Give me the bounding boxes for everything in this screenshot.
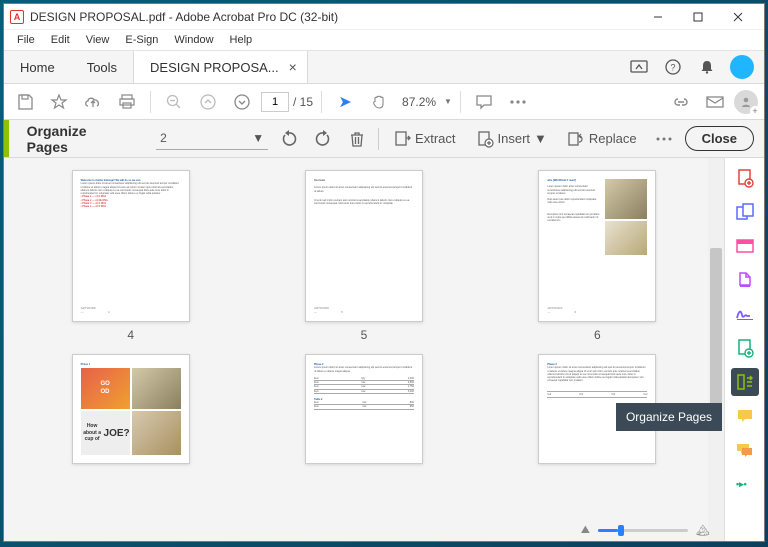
account-avatar[interactable] [730,55,754,79]
svg-text:?: ? [670,63,675,73]
replace-button[interactable]: Replace [561,125,643,153]
help-icon[interactable]: ? [656,51,690,83]
tab-document[interactable]: DESIGN PROPOSA... × [133,51,308,83]
save-icon[interactable] [10,87,40,117]
extract-label: Extract [415,131,455,146]
star-icon[interactable] [44,87,74,117]
tab-tools[interactable]: Tools [71,51,133,83]
comment-icon[interactable] [469,87,499,117]
zoom-level-label[interactable]: 87.2% [398,95,440,109]
main-toolbar: / 15 ➤ 87.2% ▼ [4,84,764,120]
menu-view[interactable]: View [79,32,117,48]
zoom-small-icon: ⛰ [581,524,590,537]
tooltip: Organize Pages [616,403,722,431]
insert-label: Insert [498,131,531,146]
rotate-left-icon[interactable] [276,125,302,153]
create-pdf-icon[interactable] [731,164,759,192]
organize-more-icon[interactable] [651,125,677,153]
title-bar: A DESIGN PROPOSAL.pdf - Adobe Acrobat Pr… [4,4,764,30]
page-number-label: 5 [361,328,368,342]
share-profile-icon[interactable] [734,90,758,114]
extract-button[interactable]: Extract [387,125,461,153]
menu-edit[interactable]: Edit [44,32,77,48]
thumbnails-area[interactable]: Welcome to Adobe Indesign! We will do so… [4,158,724,541]
delete-icon[interactable] [344,125,370,153]
insert-button[interactable]: Insert ▼ [470,125,553,153]
app-icon: A [10,10,24,24]
page-number-input[interactable] [261,92,289,112]
extract-icon [393,130,411,148]
svg-text:•▸•: •▸• [736,479,747,489]
menu-help[interactable]: Help [223,32,260,48]
page-number-label: 6 [594,328,601,342]
screen-share-icon[interactable] [622,51,656,83]
main-area: Welcome to Adobe Indesign! We will do so… [4,158,764,541]
request-signatures-icon[interactable] [731,334,759,362]
replace-label: Replace [589,131,637,146]
page-thumbnail-5[interactable]: Overview Lorem ipsum dolor sit amet cons… [305,170,423,342]
page-thumbnail-8[interactable]: Phase 2 Lorem ipsum dolor sit amet conse… [305,354,423,464]
page-number-label: 4 [127,328,134,342]
zoom-track[interactable] [598,529,688,532]
scrollbar-thumb[interactable] [710,248,722,418]
more-tools-icon[interactable] [503,87,533,117]
vertical-scrollbar[interactable] [708,158,724,541]
organize-title: Organize Pages [27,123,125,155]
rotate-right-icon[interactable] [310,125,336,153]
tab-home[interactable]: Home [4,51,71,83]
sign-icon[interactable] [731,300,759,328]
page-total-label: / 15 [293,95,313,109]
organize-pages-icon[interactable] [731,368,759,396]
menu-bar: File Edit View E-Sign Window Help [4,30,764,50]
page-thumbnail-7[interactable]: Phase 1 GOOD How about a cup ofJOE? [72,354,190,464]
organize-toolbar: Organize Pages 2 ▼ Extract Insert ▼ Repl… [4,120,764,158]
zoom-knob[interactable] [618,525,624,536]
tooltip-label: Organize Pages [626,410,712,424]
hand-tool-icon[interactable] [364,87,394,117]
window-title: DESIGN PROPOSAL.pdf - Adobe Acrobat Pro … [30,10,638,24]
menu-esign[interactable]: E-Sign [118,32,165,48]
tab-close-icon[interactable]: × [289,59,297,75]
page-thumbnail-6[interactable]: who [WE REALLY need] Lorem ipsum dolor a… [538,170,656,342]
cloud-upload-icon[interactable] [78,87,108,117]
combine-files-icon[interactable] [731,198,759,226]
close-panel-button[interactable]: Close [685,126,754,151]
panel-accent [4,120,9,157]
page-range-dropdown[interactable]: 2 ▼ [156,128,268,150]
insert-icon [476,130,494,148]
comment-tool-icon[interactable] [731,402,759,430]
zoom-out-icon[interactable] [159,87,189,117]
insert-chevron-icon: ▼ [534,131,547,146]
app-window: A DESIGN PROPOSAL.pdf - Adobe Acrobat Pr… [3,3,765,542]
page-up-icon[interactable] [193,87,223,117]
export-pdf-icon[interactable] [731,266,759,294]
page-down-icon[interactable] [227,87,257,117]
menu-window[interactable]: Window [167,32,220,48]
email-icon[interactable] [700,87,730,117]
zoom-large-icon: 🏔 [696,524,710,537]
more-tools-rail-icon[interactable]: •▸• [731,470,759,498]
page-thumbnail-4[interactable]: Welcome to Adobe Indesign! We will do so… [72,170,190,342]
tools-rail: •▸• [724,158,764,541]
print-icon[interactable] [112,87,142,117]
edit-pdf-icon[interactable] [731,232,759,260]
dropdown-chevron-icon: ▼ [252,131,264,145]
tab-bar: Home Tools DESIGN PROPOSA... × ? [4,50,764,84]
send-comments-icon[interactable] [731,436,759,464]
minimize-button[interactable] [638,4,678,30]
zoom-dropdown-icon[interactable]: ▼ [444,97,452,106]
selection-tool-icon[interactable]: ➤ [330,87,360,117]
menu-file[interactable]: File [10,32,42,48]
link-icon[interactable] [666,87,696,117]
maximize-button[interactable] [678,4,718,30]
page-range-value: 2 [160,131,167,145]
notifications-icon[interactable] [690,51,724,83]
close-window-button[interactable] [718,4,758,30]
replace-icon [567,130,585,148]
thumbnail-zoom-slider[interactable]: ⛰ 🏔 [581,524,710,537]
tab-document-label: DESIGN PROPOSA... [150,60,279,75]
